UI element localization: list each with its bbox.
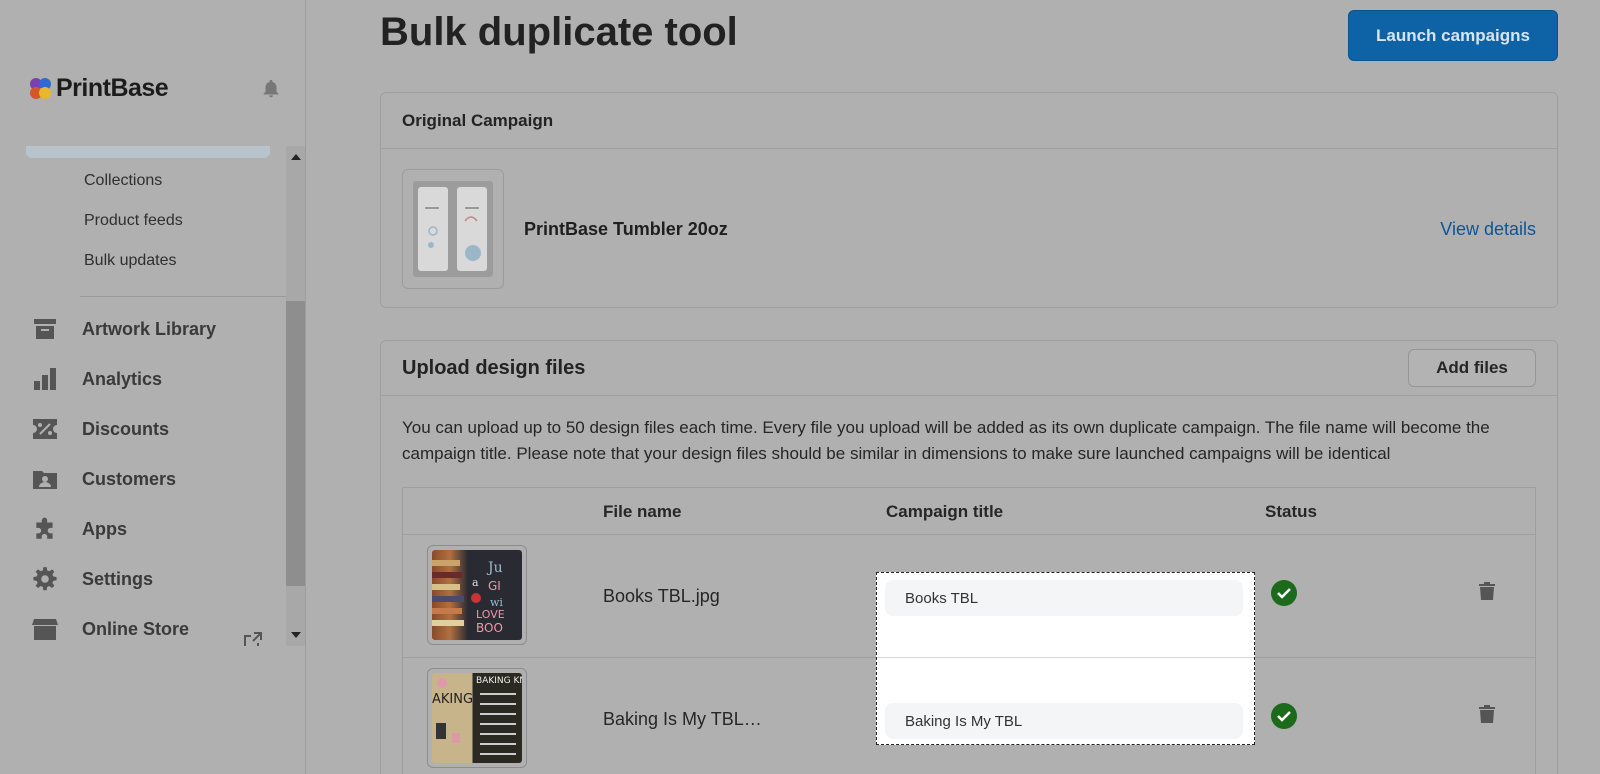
delete-trash-icon[interactable]	[1479, 705, 1495, 723]
card-heading: Upload design files	[402, 357, 586, 379]
card-heading: Original Campaign	[381, 93, 1557, 149]
row-divider	[877, 657, 1254, 658]
svg-text:BOO: BOO	[476, 621, 503, 635]
printbase-logo[interactable]: PrintBase	[30, 74, 169, 103]
baking-design-image: BAKING KN AKING	[432, 673, 522, 763]
campaign-title-highlight: Books TBL Baking Is My TBL	[876, 572, 1255, 745]
file-name: Books TBL.jpg	[603, 586, 720, 606]
tumbler-image	[413, 181, 493, 277]
sidebar-item-label: Artwork Library	[82, 318, 217, 339]
nav-scroll-area: Collections Product feeds Bulk updates A…	[0, 146, 286, 646]
external-link-icon[interactable]	[244, 632, 262, 646]
success-check-icon	[1271, 703, 1297, 729]
active-nav-highlight	[26, 146, 270, 158]
file-thumbnail: Ju a GI wi LOVE BOO	[427, 545, 527, 645]
sidebar-item-label: Settings	[82, 568, 154, 589]
sidebar-scrollbar[interactable]	[286, 146, 305, 646]
sidebar-item-apps[interactable]: Apps	[30, 514, 127, 544]
brand-name: PrintBase	[56, 74, 169, 102]
column-header-file-name: File name	[603, 502, 682, 521]
svg-text:Ju: Ju	[486, 560, 503, 576]
svg-text:LOVE: LOVE	[476, 608, 505, 621]
svg-text:a: a	[472, 576, 479, 589]
archive-icon	[30, 316, 60, 342]
sidebar-item-label: Analytics	[82, 368, 163, 389]
sidebar-item-label: Online Store	[82, 618, 190, 639]
sidebar-subitem-product-feeds[interactable]: Product feeds	[84, 212, 183, 230]
store-icon	[30, 616, 60, 642]
customers-icon	[30, 466, 60, 492]
puzzle-icon	[30, 516, 60, 542]
scroll-up-arrow-icon[interactable]	[291, 154, 301, 160]
sidebar-item-analytics[interactable]: Analytics	[30, 364, 162, 394]
add-files-button[interactable]: Add files	[1408, 349, 1536, 387]
campaign-title-input[interactable]: Books TBL	[885, 580, 1243, 616]
sidebar-item-artwork-library[interactable]: Artwork Library	[30, 314, 216, 344]
logo-icon	[30, 77, 52, 100]
sidebar-item-customers[interactable]: Customers	[30, 464, 176, 494]
svg-text:AKING: AKING	[432, 692, 473, 707]
upload-description: You can upload up to 50 design files eac…	[402, 418, 1490, 463]
product-thumbnail	[402, 169, 504, 289]
sidebar-item-settings[interactable]: Settings	[30, 564, 153, 594]
sidebar-item-label: Customers	[82, 468, 177, 489]
success-check-icon	[1271, 580, 1297, 606]
sidebar: PrintBase Collections Product feeds Bulk…	[0, 0, 306, 774]
original-campaign-card: Original Campaign PrintBase Tumbler 20oz…	[380, 92, 1558, 308]
bar-chart-icon	[30, 366, 60, 392]
bell-icon[interactable]	[260, 78, 282, 100]
svg-text:BAKING KN: BAKING KN	[476, 676, 522, 686]
column-header-status: Status	[1265, 502, 1317, 521]
svg-text:GI: GI	[488, 579, 501, 593]
nav-divider	[80, 296, 286, 297]
delete-trash-icon[interactable]	[1479, 582, 1495, 600]
page-title: Bulk duplicate tool	[380, 10, 738, 54]
scrollbar-thumb[interactable]	[286, 301, 305, 586]
discount-icon	[30, 416, 60, 442]
product-name: PrintBase Tumbler 20oz	[524, 219, 728, 239]
scroll-down-arrow-icon[interactable]	[291, 632, 301, 638]
sidebar-item-discounts[interactable]: Discounts	[30, 414, 169, 444]
sidebar-item-online-store[interactable]: Online Store	[30, 614, 189, 644]
campaign-title-input[interactable]: Baking Is My TBL	[885, 703, 1243, 739]
sidebar-subitem-collections[interactable]: Collections	[84, 172, 162, 190]
file-name: Baking Is My TBL…	[603, 709, 762, 729]
books-design-image: Ju a GI wi LOVE BOO	[432, 550, 522, 640]
sidebar-item-label: Apps	[82, 518, 127, 539]
view-details-link[interactable]: View details	[1440, 219, 1536, 240]
launch-campaigns-button[interactable]: Launch campaigns	[1348, 10, 1558, 61]
header-divider	[403, 534, 1535, 535]
sidebar-subitem-bulk-updates[interactable]: Bulk updates	[84, 252, 177, 270]
sidebar-item-label: Discounts	[82, 418, 170, 439]
card-header: Upload design files Add files	[381, 341, 1557, 396]
gear-icon	[30, 566, 60, 592]
file-thumbnail: BAKING KN AKING	[427, 668, 527, 768]
column-header-campaign-title: Campaign title	[886, 502, 1004, 521]
